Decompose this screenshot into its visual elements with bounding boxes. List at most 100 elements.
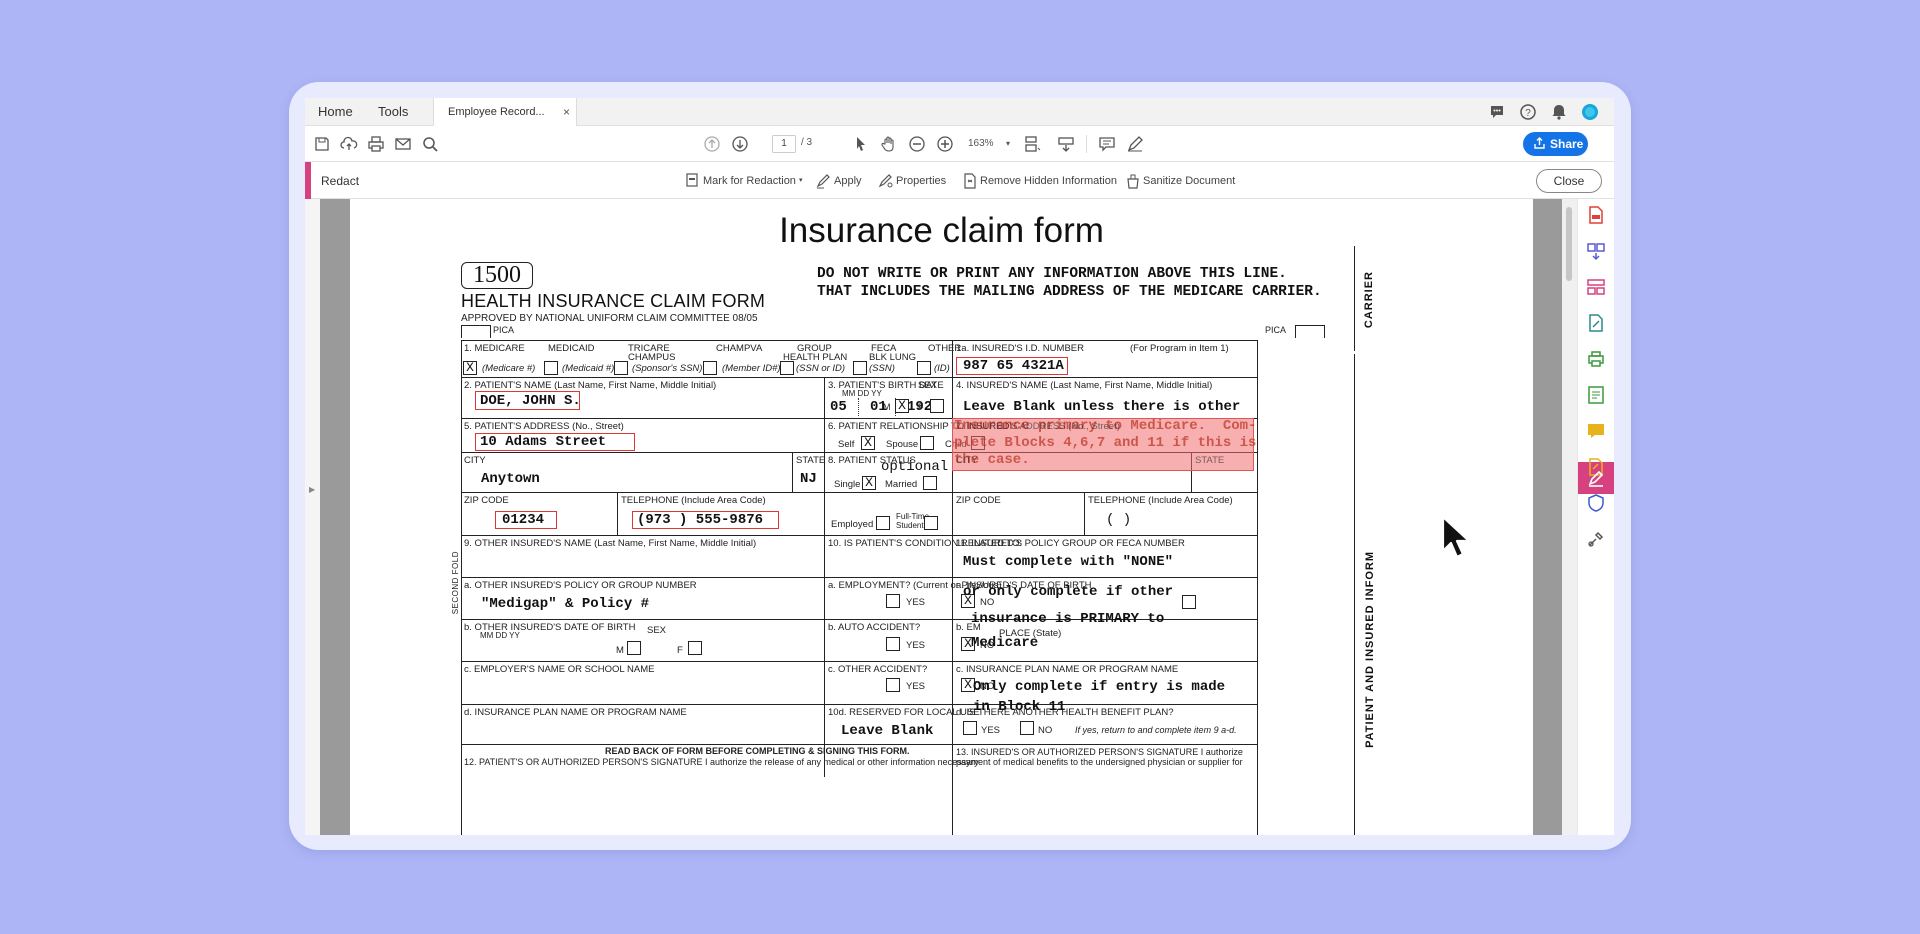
- mark-redaction-icon: [686, 173, 698, 187]
- zoom-dropdown[interactable]: 163% ▾: [968, 135, 1016, 153]
- comment-icon[interactable]: [1488, 103, 1506, 121]
- label-spouse: Spouse: [886, 439, 919, 450]
- checkbox-self[interactable]: X: [861, 436, 875, 450]
- pica-boxes-left: [461, 325, 491, 338]
- scrollbar-thumb[interactable]: [1566, 207, 1572, 281]
- grid-line: [1257, 340, 1258, 835]
- checkbox-other-sex-m[interactable]: [627, 641, 641, 655]
- checkbox-group[interactable]: [780, 361, 794, 375]
- page-fit-icon[interactable]: [1023, 135, 1041, 153]
- grid-line: [461, 535, 1257, 536]
- print-icon[interactable]: [367, 135, 385, 153]
- label-insured-id: 1a. INSURED'S I.D. NUMBER: [956, 343, 1084, 354]
- label-f: F: [918, 402, 924, 412]
- save-icon[interactable]: [313, 135, 331, 153]
- value-plan-line-1: Only complete if entry is made: [973, 679, 1226, 695]
- scan-ocr-icon[interactable]: [1586, 385, 1606, 405]
- checkbox-sex-f[interactable]: [930, 399, 944, 413]
- draw-pen-icon[interactable]: [1126, 135, 1144, 153]
- checkbox-other[interactable]: [917, 361, 931, 375]
- print-production-icon[interactable]: [1586, 349, 1606, 369]
- checkbox-medicaid[interactable]: [544, 361, 558, 375]
- apply-button[interactable]: Apply: [816, 171, 871, 191]
- email-icon[interactable]: [394, 135, 412, 153]
- label-champus: CHAMPUS: [628, 352, 676, 363]
- value-optional: optional: [881, 459, 949, 475]
- checkbox-tricare[interactable]: [614, 361, 628, 375]
- date-divider: [858, 398, 859, 416]
- share-button[interactable]: Share: [1523, 132, 1588, 156]
- chevron-down-icon: ▾: [799, 177, 803, 184]
- checkbox-full-time[interactable]: [924, 516, 938, 530]
- help-icon[interactable]: ?: [1519, 103, 1537, 121]
- bell-icon[interactable]: [1550, 103, 1568, 121]
- value-reserved: Leave Blank: [841, 723, 934, 739]
- left-panel-toggle[interactable]: ▶: [305, 199, 320, 835]
- mark-for-redaction-button[interactable]: Mark for Redaction ▾: [685, 171, 805, 191]
- form-number: 1500: [461, 262, 533, 289]
- zoom-in-icon[interactable]: [936, 135, 954, 153]
- checkbox-medicare[interactable]: X: [463, 361, 477, 375]
- hand-tool-icon[interactable]: [880, 135, 898, 153]
- checkbox-another-plan-yes[interactable]: [963, 721, 977, 735]
- grid-line: [824, 377, 825, 777]
- edit-pdf-icon[interactable]: [1586, 313, 1606, 333]
- select-cursor-icon[interactable]: [852, 135, 870, 153]
- search-icon[interactable]: [421, 135, 439, 153]
- toolbar-divider: [1086, 135, 1087, 153]
- value-patient-address: 10 Adams Street: [480, 434, 607, 450]
- redact-tool-icon[interactable]: [1586, 469, 1606, 489]
- value-birth-mm: 05: [830, 399, 847, 415]
- checkbox-other-sex-f[interactable]: [688, 641, 702, 655]
- tab-home[interactable]: Home: [318, 104, 353, 119]
- checkbox-feca[interactable]: [853, 361, 867, 375]
- checkbox-other-accident-yes[interactable]: [886, 678, 900, 692]
- comment-tool-icon[interactable]: [1586, 421, 1606, 441]
- checkbox-employed[interactable]: [876, 516, 890, 530]
- sanitize-document-button[interactable]: Sanitize Document: [1125, 171, 1245, 191]
- tab-document[interactable]: Employee Record... ×: [433, 98, 577, 126]
- protect-shield-icon[interactable]: [1586, 493, 1606, 513]
- checkbox-spouse[interactable]: [920, 436, 934, 450]
- label-mm-dd-yy-2: MM DD YY: [480, 631, 520, 640]
- page-number-input[interactable]: 1: [772, 135, 796, 153]
- checkbox-another-plan-no[interactable]: [1020, 721, 1034, 735]
- label-auto-accident: b. AUTO ACCIDENT?: [828, 622, 921, 633]
- add-comment-icon[interactable]: [1098, 135, 1116, 153]
- label-employer-name: c. EMPLOYER'S NAME OR SCHOOL NAME: [464, 664, 655, 675]
- tab-tools[interactable]: Tools: [378, 104, 408, 119]
- scroll-mode-icon[interactable]: [1057, 135, 1075, 153]
- combine-files-icon[interactable]: [1586, 241, 1606, 261]
- checkbox-employment-yes[interactable]: [886, 594, 900, 608]
- label-other-m: M: [616, 645, 624, 656]
- vertical-scrollbar[interactable]: [1562, 199, 1577, 835]
- expand-arrow-icon: ▶: [309, 485, 316, 494]
- organize-pages-icon[interactable]: [1586, 277, 1606, 297]
- checkbox-auto-yes[interactable]: [886, 637, 900, 651]
- document-tab-label: Employee Record...: [448, 106, 545, 118]
- label-medicare-no: (Medicare #): [482, 363, 536, 374]
- next-page-icon[interactable]: [731, 135, 749, 153]
- avatar[interactable]: [1581, 103, 1599, 121]
- checkbox-single[interactable]: X: [862, 476, 876, 490]
- label-other-insured-name: 9. OTHER INSURED'S NAME (Last Name, Firs…: [464, 538, 757, 549]
- more-tools-icon[interactable]: [1586, 529, 1606, 549]
- zoom-out-icon[interactable]: [908, 135, 926, 153]
- remove-hidden-info-button[interactable]: Remove Hidden Information: [962, 171, 1117, 191]
- upload-cloud-icon[interactable]: [340, 135, 358, 153]
- prev-page-icon[interactable]: [703, 135, 721, 153]
- checkbox-sex-m[interactable]: X: [895, 399, 909, 413]
- zoom-value: 163%: [968, 138, 994, 149]
- checkbox-insured-sex-f[interactable]: [1182, 595, 1196, 609]
- close-redact-button[interactable]: Close: [1536, 169, 1602, 193]
- redact-title: Redact: [321, 174, 360, 188]
- checkbox-champva[interactable]: [703, 361, 717, 375]
- label-insured-state: STATE: [1195, 455, 1225, 466]
- close-tab-icon[interactable]: ×: [563, 105, 570, 119]
- export-pdf-icon[interactable]: [1586, 205, 1606, 225]
- warning-line-2: THAT INCLUDES THE MAILING ADDRESS OF THE…: [817, 284, 1322, 300]
- properties-button[interactable]: Properties: [878, 171, 953, 191]
- value-policy-line-4: Medicare: [971, 635, 1039, 651]
- checkbox-married[interactable]: [923, 476, 937, 490]
- share-icon: [1534, 137, 1545, 149]
